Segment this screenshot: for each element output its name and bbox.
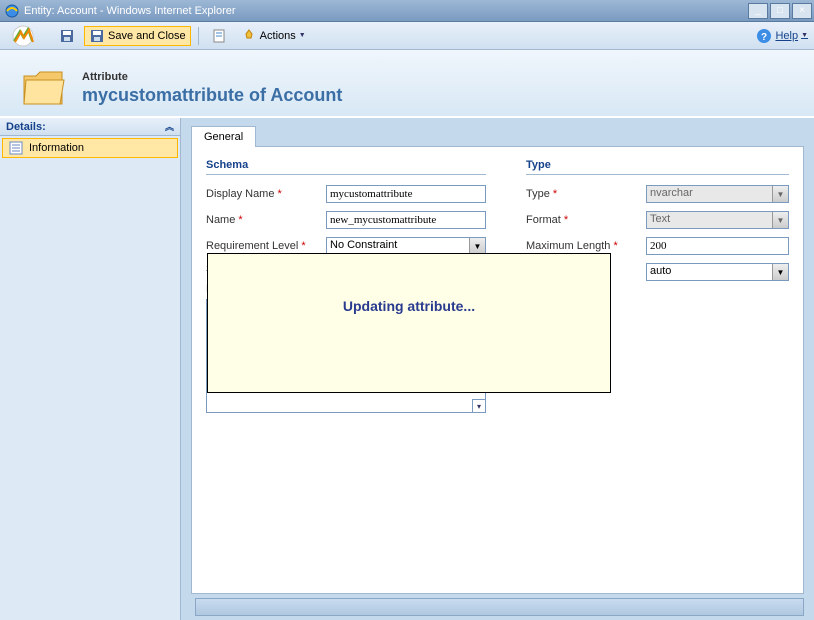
format-select: Text ▼ [646, 211, 789, 229]
expand-caret-icon[interactable]: ▾ [472, 399, 486, 413]
collapse-icon[interactable]: ︽ [165, 120, 174, 133]
dropdown-caret-icon: ▼ [801, 32, 808, 39]
tab-general[interactable]: General [191, 126, 256, 147]
type-select: nvarchar ▼ [646, 185, 789, 203]
maxlen-input[interactable] [646, 237, 789, 255]
ie-icon [4, 3, 20, 19]
sidebar-item-label: Information [29, 142, 84, 154]
window-buttons: _ □ × [748, 3, 812, 19]
entity-title: mycustomattribute of Account [82, 85, 342, 106]
properties-button[interactable] [206, 26, 232, 46]
display-name-input[interactable] [326, 185, 486, 203]
save-button[interactable] [54, 26, 80, 46]
disk-icon [59, 28, 75, 44]
folder-icon [20, 64, 68, 112]
dropdown-caret-icon: ▼ [299, 32, 306, 39]
actions-label: Actions [260, 30, 296, 42]
modal-message: Updating attribute... [343, 298, 475, 314]
save-and-close-label: Save and Close [108, 30, 186, 42]
sidebar-header[interactable]: Details: ︽ [0, 118, 180, 136]
help-icon: ? [756, 28, 772, 44]
updating-modal: Updating attribute... [207, 253, 611, 393]
save-and-close-button[interactable]: Save and Close [84, 26, 191, 46]
window-titlebar: Entity: Account - Windows Internet Explo… [0, 0, 814, 22]
sidebar: Details: ︽ Information [0, 118, 181, 620]
extra-select[interactable]: auto ▼ [646, 263, 789, 281]
svg-text:?: ? [761, 32, 767, 43]
entity-header: Attribute mycustomattribute of Account [0, 50, 814, 116]
close-button[interactable]: × [792, 3, 812, 19]
toolbar: Save and Close Actions ▼ ? Help ▼ [0, 22, 814, 50]
actions-icon [241, 28, 257, 44]
minimize-button[interactable]: _ [748, 3, 768, 19]
status-bar [195, 598, 804, 616]
format-label: Format * [526, 214, 646, 226]
dropdown-button-icon[interactable]: ▼ [772, 264, 788, 280]
toolbar-separator [198, 27, 199, 45]
type-label: Type * [526, 188, 646, 200]
properties-icon [211, 28, 227, 44]
sidebar-item-information[interactable]: Information [2, 138, 178, 158]
entity-subtitle: Attribute [82, 71, 342, 83]
help-link[interactable]: ? Help ▼ [756, 28, 808, 44]
disk-close-icon [89, 28, 105, 44]
type-title: Type [526, 159, 789, 175]
crm-logo-icon [6, 25, 40, 47]
form-icon [9, 141, 23, 155]
sidebar-header-label: Details: [6, 121, 46, 133]
maximize-button[interactable]: □ [770, 3, 790, 19]
dropdown-button-icon: ▼ [772, 186, 788, 202]
display-name-label: Display Name * [206, 188, 326, 200]
name-label: Name * [206, 214, 326, 226]
window-title: Entity: Account - Windows Internet Explo… [24, 5, 748, 17]
name-input[interactable] [326, 211, 486, 229]
dropdown-button-icon[interactable]: ▼ [469, 238, 485, 254]
actions-menu[interactable]: Actions ▼ [236, 26, 311, 46]
dropdown-button-icon: ▼ [772, 212, 788, 228]
requirement-level-label: Requirement Level * [206, 240, 326, 252]
maxlen-label: Maximum Length * [526, 240, 646, 252]
help-label: Help [775, 30, 798, 42]
schema-title: Schema [206, 159, 486, 175]
